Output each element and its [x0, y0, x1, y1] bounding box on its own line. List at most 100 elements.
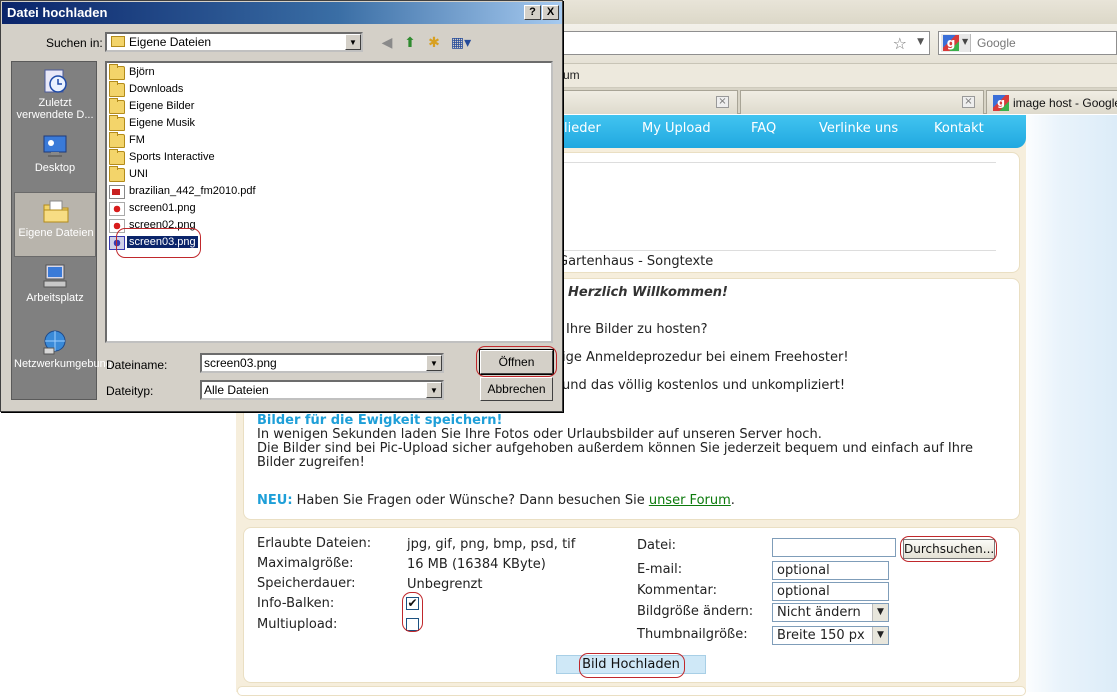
file-name: screen01.png — [129, 202, 196, 214]
chevron-down-icon[interactable]: ▼ — [872, 604, 888, 621]
bookmark-star-icon[interactable]: ☆ — [893, 34, 907, 53]
file-item-folder[interactable]: Downloads — [109, 81, 409, 98]
folder-icon — [109, 132, 125, 148]
search-box[interactable]: g ▼ Google — [938, 31, 1117, 55]
nav-item-verlinke-uns[interactable]: Verlinke uns — [819, 121, 898, 136]
nav-item-songtexte[interactable]: lieder — [564, 121, 601, 136]
filename-value: screen03.png — [204, 356, 277, 370]
multiupload-label: Multiupload: — [257, 617, 338, 632]
tab-1[interactable]: o × — [552, 90, 738, 114]
folder-icon — [109, 98, 125, 114]
file-name: Eigene Bilder — [129, 100, 195, 112]
file-name: screen03.png — [127, 236, 198, 248]
close-icon[interactable]: X — [542, 5, 559, 20]
news-label: NEU: — [257, 493, 293, 508]
bookmark-item[interactable]: um — [563, 68, 580, 82]
filename-label: Dateiname: — [106, 358, 168, 372]
chevron-down-icon[interactable]: ▼ — [872, 627, 888, 644]
file-name: UNI — [129, 168, 148, 180]
place-label: Desktop — [34, 162, 76, 174]
place-my-documents[interactable]: Eigene Dateien — [14, 192, 96, 257]
forum-link[interactable]: unser Forum — [649, 493, 731, 508]
file-item-folder[interactable]: UNI — [109, 166, 409, 183]
file-input[interactable] — [772, 538, 896, 557]
search-engine-icon[interactable]: g ▼ — [941, 34, 971, 52]
search-placeholder: Google — [977, 36, 1016, 50]
news-text: Haben Sie Fragen oder Wünsche? Dann besu… — [296, 493, 645, 508]
divider — [560, 162, 996, 163]
place-network[interactable]: Netzwerkumgebung — [14, 324, 112, 389]
news-end: . — [730, 493, 735, 508]
place-recent[interactable]: Zuletzt verwendete D... — [14, 63, 96, 128]
thumbnail-select[interactable]: Breite 150 px ▼ — [772, 626, 889, 645]
look-in-value: Eigene Dateien — [111, 35, 211, 49]
nav-item-faq[interactable]: FAQ — [751, 121, 776, 136]
email-field[interactable]: optional — [772, 561, 889, 580]
network-icon — [43, 330, 66, 355]
image-file-icon — [109, 202, 125, 216]
folder-icon — [109, 81, 125, 97]
dialog-titlebar[interactable]: Datei hochladen ? X — [2, 2, 562, 24]
file-item-pdf[interactable]: brazilian_442_fm2010.pdf — [109, 184, 409, 200]
file-name: Downloads — [129, 83, 184, 95]
file-item-folder[interactable]: Eigene Bilder — [109, 98, 409, 115]
intro-line: Ihre Bilder zu hosten? — [566, 322, 708, 337]
news-line: NEU: Haben Sie Fragen oder Wünsche? Dann… — [257, 493, 735, 508]
place-label: Zuletzt verwendete D... — [16, 97, 94, 121]
nav-item-kontakt[interactable]: Kontakt — [934, 121, 984, 136]
email-label: E-mail: — [637, 562, 683, 577]
look-in-combo[interactable]: Eigene Dateien ▼ — [105, 32, 363, 52]
file-item-png[interactable]: screen03.png — [109, 235, 409, 251]
tab-label: image host - Google-S — [1013, 96, 1117, 110]
folder-icon — [109, 166, 125, 182]
dialog-title: Datei hochladen — [7, 5, 108, 20]
tab-3[interactable]: g image host - Google-S — [986, 90, 1117, 114]
thumbnail-select-value: Breite 150 px — [777, 628, 865, 643]
place-desktop[interactable]: Desktop — [14, 128, 96, 193]
tab-close-icon[interactable]: × — [716, 96, 729, 108]
my-documents-icon — [43, 200, 69, 223]
intro-line: und das völlig kostenlos und unkomplizie… — [562, 378, 846, 393]
chevron-down-icon[interactable]: ▼ — [426, 355, 442, 371]
tab-2[interactable]: × — [740, 90, 984, 114]
url-dropdown-icon[interactable]: ▼ — [917, 37, 924, 47]
place-my-computer[interactable]: Arbeitsplatz — [14, 258, 96, 323]
divider — [560, 250, 996, 251]
file-item-png[interactable]: screen01.png — [109, 201, 409, 217]
open-button[interactable]: Öffnen — [479, 349, 554, 375]
file-list[interactable]: Björn Downloads Eigene Bilder Eigene Musik F… — [105, 61, 553, 343]
chevron-down-icon[interactable]: ▼ — [426, 382, 442, 398]
file-item-png[interactable]: screen02.png — [109, 218, 409, 234]
upload-submit-button[interactable]: Bild Hochladen — [556, 655, 706, 674]
place-label: Arbeitsplatz — [26, 292, 84, 304]
chevron-down-icon[interactable]: ▼ — [345, 34, 361, 50]
cancel-button[interactable]: Abbrechen — [480, 377, 553, 401]
nav-item-my-upload[interactable]: My Upload — [642, 121, 711, 136]
file-name: Sports Interactive — [129, 151, 215, 163]
browse-button[interactable]: Durchsuchen... — [903, 539, 995, 559]
url-bar[interactable]: ☆ ▼ — [560, 31, 930, 55]
look-in-label: Suchen in: — [46, 36, 103, 50]
multiupload-checkbox[interactable] — [406, 618, 419, 631]
info-bar-label: Info-Balken: — [257, 596, 335, 611]
file-item-folder[interactable]: Sports Interactive — [109, 149, 409, 166]
back-icon[interactable]: ◀ — [377, 34, 397, 52]
resize-select-value: Nicht ändern — [777, 605, 861, 620]
help-icon[interactable]: ? — [524, 5, 541, 20]
comment-field[interactable]: optional — [772, 582, 889, 601]
view-menu-icon[interactable]: ▦▾ — [448, 34, 474, 52]
info-bar-checkbox[interactable]: ✔ — [406, 597, 419, 610]
file-item-folder[interactable]: Björn — [109, 64, 409, 81]
up-folder-icon[interactable]: ⬆ — [400, 34, 420, 52]
info-label: Maximalgröße: — [257, 556, 354, 571]
image-file-icon — [109, 219, 125, 233]
my-computer-icon — [43, 264, 67, 288]
filename-field[interactable]: screen03.png ▼ — [200, 353, 444, 373]
file-item-folder[interactable]: FM — [109, 132, 409, 149]
new-folder-icon[interactable]: ✱ — [424, 34, 444, 52]
file-item-folder[interactable]: Eigene Musik — [109, 115, 409, 132]
filetype-select[interactable]: Alle Dateien ▼ — [200, 380, 444, 400]
tab-close-icon[interactable]: × — [962, 96, 975, 108]
resize-select[interactable]: Nicht ändern ▼ — [772, 603, 889, 622]
breadcrumb[interactable]: Gartenhaus - Songtexte — [558, 254, 713, 269]
